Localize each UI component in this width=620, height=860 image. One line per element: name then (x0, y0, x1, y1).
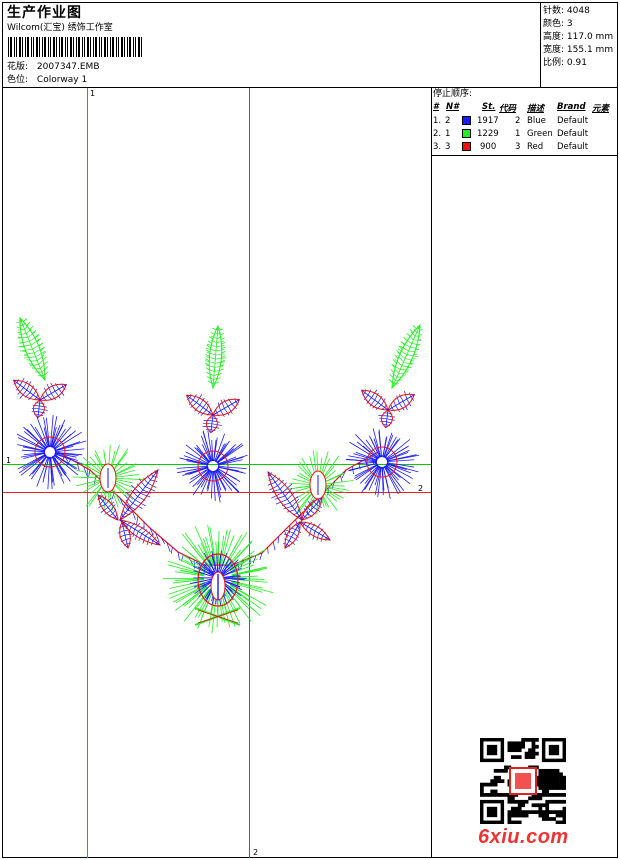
site-watermark-logo: 6xiu.com (478, 826, 569, 848)
embroidery-design (12, 316, 424, 634)
qr-code (480, 738, 566, 824)
